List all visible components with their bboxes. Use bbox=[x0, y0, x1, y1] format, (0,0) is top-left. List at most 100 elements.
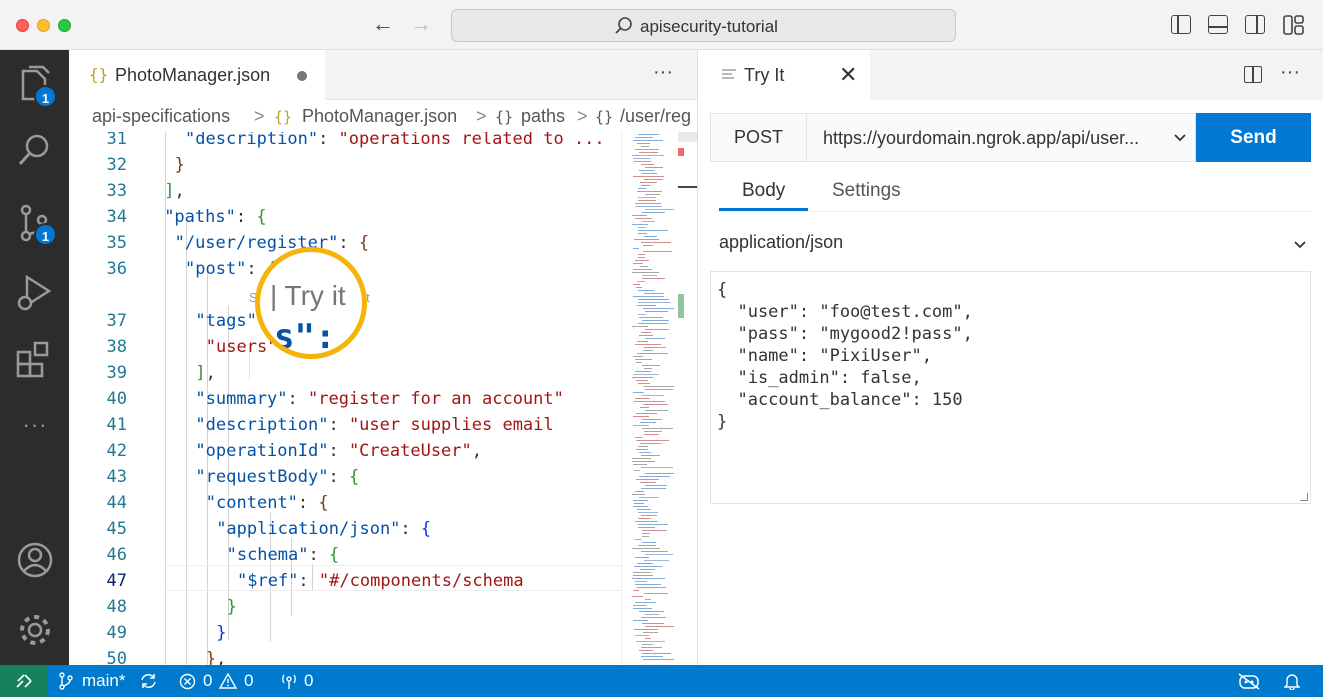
minimap-line bbox=[633, 176, 664, 177]
code-line[interactable]: 50}, bbox=[69, 649, 621, 665]
breadcrumb-file[interactable]: PhotoManager.json bbox=[302, 106, 457, 127]
customize-layout-icon[interactable] bbox=[1283, 15, 1305, 35]
sync-icon[interactable] bbox=[139, 672, 158, 690]
minimap-line bbox=[638, 200, 656, 201]
code-token: , bbox=[174, 181, 185, 201]
code-line[interactable]: 32} bbox=[69, 155, 621, 181]
settings-gear-icon[interactable] bbox=[15, 610, 55, 650]
minimap-line bbox=[638, 299, 669, 300]
minimap-line bbox=[632, 494, 645, 495]
code-line[interactable]: 31 "description": "operations related to … bbox=[69, 132, 621, 155]
send-button[interactable]: Send bbox=[1196, 113, 1311, 162]
minimap-line bbox=[644, 431, 662, 432]
minimap-line bbox=[644, 368, 652, 369]
line-number: 35 bbox=[106, 233, 127, 253]
code-line[interactable]: 45 "application/json": { bbox=[69, 519, 621, 545]
minimize-window-button[interactable] bbox=[37, 19, 50, 32]
code-line[interactable]: 49} bbox=[69, 623, 621, 649]
warning-count[interactable]: 0 bbox=[244, 671, 253, 691]
minimap-line bbox=[635, 557, 649, 558]
minimap-line bbox=[638, 323, 668, 324]
code-line[interactable]: 48} bbox=[69, 597, 621, 623]
code-line[interactable]: 47 "$ref": "#/components/schema bbox=[69, 571, 621, 597]
code-editor[interactable]: 31 "description": "operations related to … bbox=[69, 132, 621, 665]
minimap-line bbox=[639, 650, 653, 651]
warning-icon[interactable] bbox=[219, 673, 237, 689]
minimap-line bbox=[643, 308, 674, 309]
unsaved-dot-icon[interactable] bbox=[297, 71, 307, 81]
minimap[interactable] bbox=[621, 132, 697, 665]
forward-arrow-icon[interactable]: → bbox=[410, 13, 432, 35]
content-type-select[interactable]: application/json bbox=[719, 232, 843, 253]
url-select[interactable]: https://yourdomain.ngrok.app/api/user... bbox=[806, 113, 1196, 162]
code-token: : bbox=[400, 519, 421, 539]
run-and-debug-icon[interactable] bbox=[15, 273, 55, 313]
code-token: "summary" bbox=[195, 389, 288, 409]
minimap-line bbox=[638, 257, 645, 258]
error-count[interactable]: 0 bbox=[203, 671, 212, 691]
copilot-icon[interactable] bbox=[1237, 672, 1261, 690]
minimap-line bbox=[633, 296, 664, 297]
toggle-panel-icon[interactable] bbox=[1208, 15, 1228, 34]
minimap-line bbox=[633, 263, 643, 264]
tab-body[interactable]: Body bbox=[742, 180, 785, 202]
toggle-primary-sidebar-icon[interactable] bbox=[1171, 15, 1191, 34]
minimap-line bbox=[638, 197, 656, 198]
branch-name[interactable]: main* bbox=[82, 671, 125, 691]
code-line[interactable]: 39], bbox=[69, 363, 621, 389]
error-icon[interactable] bbox=[179, 673, 196, 690]
minimap-line bbox=[634, 470, 640, 471]
notifications-bell-icon[interactable] bbox=[1284, 672, 1300, 690]
breadcrumb-folder[interactable]: api-specifications bbox=[92, 106, 230, 127]
split-editor-icon[interactable] bbox=[1244, 66, 1262, 83]
remote-indicator[interactable] bbox=[0, 665, 48, 697]
minimap-line bbox=[642, 623, 664, 624]
code-line[interactable]: 33], bbox=[69, 181, 621, 207]
close-icon[interactable]: ✕ bbox=[839, 62, 857, 88]
minimap-line bbox=[645, 626, 674, 627]
minimap-line bbox=[633, 425, 649, 426]
pane-more-actions-button[interactable]: ··· bbox=[1280, 61, 1300, 84]
extensions-icon[interactable] bbox=[15, 340, 55, 380]
more-views-icon[interactable]: ··· bbox=[15, 412, 55, 452]
ports-count[interactable]: 0 bbox=[304, 671, 313, 691]
editor-more-actions-button[interactable]: ··· bbox=[653, 61, 673, 84]
minimap-line bbox=[632, 596, 643, 597]
code-line[interactable]: 44 "content": { bbox=[69, 493, 621, 519]
try-it-tab[interactable]: Try It ✕ bbox=[698, 50, 870, 100]
code-line[interactable]: 40 "summary": "register for an account" bbox=[69, 389, 621, 415]
search-icon[interactable] bbox=[15, 130, 55, 170]
code-line[interactable]: 41 "description": "user supplies email bbox=[69, 415, 621, 441]
code-token: : bbox=[328, 415, 349, 435]
chevron-down-icon[interactable] bbox=[1292, 236, 1308, 252]
breadcrumb-path-item[interactable]: /user/reg bbox=[620, 106, 691, 127]
minimap-line bbox=[638, 254, 645, 255]
code-line[interactable]: 35 "/user/register": { bbox=[69, 233, 621, 259]
breadcrumb-paths[interactable]: paths bbox=[521, 106, 565, 127]
resize-handle[interactable] bbox=[1300, 493, 1308, 501]
minimap-line bbox=[638, 527, 655, 528]
code-line[interactable]: 34 "paths": { bbox=[69, 207, 621, 233]
code-line[interactable]: 42 "operationId": "CreateUser", bbox=[69, 441, 621, 467]
code-token: "post" bbox=[185, 259, 247, 279]
editor-tab-photomanager[interactable]: {} PhotoManager.json bbox=[69, 50, 325, 100]
request-body-textarea[interactable]: { "user": "foo@test.com", "pass": "mygoo… bbox=[710, 271, 1311, 504]
minimap-line bbox=[644, 293, 664, 294]
minimap-line bbox=[638, 524, 668, 525]
status-bar: main* 0 0 0 bbox=[0, 665, 1323, 697]
code-token: "requestBody" bbox=[195, 467, 329, 487]
ports-antenna-icon[interactable] bbox=[280, 672, 298, 690]
command-center[interactable]: apisecurity-tutorial bbox=[451, 9, 956, 42]
code-line[interactable]: 43 "requestBody": { bbox=[69, 467, 621, 493]
http-method-select[interactable]: POST bbox=[710, 113, 807, 162]
tab-settings[interactable]: Settings bbox=[832, 180, 901, 202]
code-line[interactable]: 46 "schema": { bbox=[69, 545, 621, 571]
toggle-secondary-sidebar-icon[interactable] bbox=[1245, 15, 1265, 34]
back-arrow-icon[interactable]: ← bbox=[372, 13, 394, 35]
close-window-button[interactable] bbox=[16, 19, 29, 32]
request-body-line: "pass": "mygood2!pass", bbox=[717, 324, 973, 344]
line-number: 48 bbox=[106, 597, 127, 617]
accounts-icon[interactable] bbox=[15, 540, 55, 580]
maximize-window-button[interactable] bbox=[58, 19, 71, 32]
try-it-code-lens[interactable]: | Try it bbox=[270, 280, 346, 312]
